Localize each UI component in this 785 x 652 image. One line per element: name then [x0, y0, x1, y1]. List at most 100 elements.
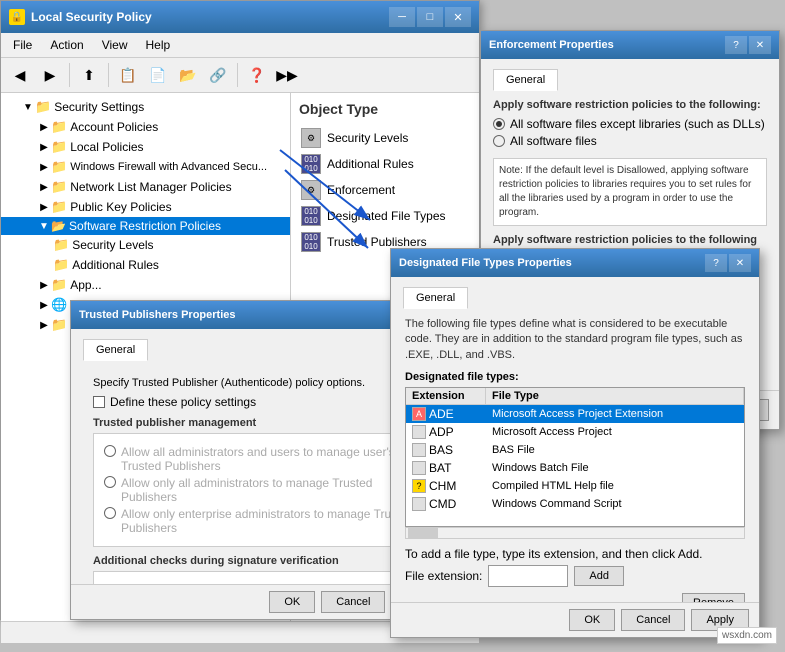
- menu-view[interactable]: View: [94, 35, 136, 55]
- trusted-radio-3-dot: [104, 507, 116, 519]
- paste-button[interactable]: 📄: [145, 62, 171, 88]
- next-button[interactable]: ▶▶: [274, 62, 300, 88]
- desig-row-bat[interactable]: BAT Windows Batch File: [406, 459, 744, 477]
- desig-row-cmd[interactable]: CMD Windows Command Script: [406, 495, 744, 513]
- menu-help[interactable]: Help: [138, 35, 179, 55]
- trusted-sig-box: Verify that the publisher certificate is…: [93, 571, 437, 585]
- title-bar-controls: ─ □ ✕: [389, 7, 471, 27]
- tree-app[interactable]: ▶ 📁 App...: [1, 275, 290, 295]
- desig-footer: OK Cancel Apply: [391, 602, 759, 637]
- ot-security-levels[interactable]: ⚙ Security Levels: [299, 125, 471, 151]
- desig-ext-input[interactable]: [488, 565, 568, 587]
- bat-icon: [412, 461, 426, 475]
- desig-add-button[interactable]: Add: [574, 566, 624, 586]
- trusted-checkbox-row[interactable]: Define these policy settings: [93, 395, 437, 409]
- tree-local-policies-label: Local Policies: [70, 140, 143, 154]
- toolbar: ◀ ▶ ⬆ 📋 📄 📂 🔗 ❓ ▶▶: [1, 58, 479, 93]
- menu-action[interactable]: Action: [42, 35, 91, 55]
- expand-icon-app: ▶: [37, 278, 51, 292]
- chm-icon: ?: [412, 479, 426, 493]
- enf-radio-all-dot: [493, 135, 505, 147]
- desig-cell-adp-type: Microsoft Access Project: [486, 425, 744, 439]
- open-button[interactable]: 📂: [175, 62, 201, 88]
- maximize-button[interactable]: □: [417, 7, 443, 27]
- trusted-define-label: Define these policy settings: [110, 395, 256, 409]
- ot-additional-rules-label: Additional Rules: [327, 157, 414, 171]
- enf-radio-all[interactable]: All software files: [493, 134, 767, 148]
- desig-cell-bat-type: Windows Batch File: [486, 461, 744, 475]
- ot-security-levels-label: Security Levels: [327, 131, 408, 145]
- desig-list-label: Designated file types:: [405, 371, 745, 383]
- copy-button[interactable]: 📋: [115, 62, 141, 88]
- tree-public-key[interactable]: ▶ 📁 Public Key Policies: [1, 197, 290, 217]
- forward-button[interactable]: ▶: [37, 62, 63, 88]
- desig-row-chm[interactable]: ? CHM Compiled HTML Help file: [406, 477, 744, 495]
- enf-tab-general[interactable]: General: [493, 69, 558, 91]
- app-icon: 🔒: [9, 9, 25, 25]
- desig-add-area: To add a file type, type its extension, …: [405, 547, 745, 587]
- enf-help-button[interactable]: ?: [725, 36, 747, 54]
- enf-radio-dlls[interactable]: All software files except libraries (suc…: [493, 117, 767, 131]
- desig-cancel-button[interactable]: Cancel: [621, 609, 685, 631]
- trusted-radio-2-label: Allow only all administrators to manage …: [121, 476, 426, 504]
- tree-network-list-label: Network List Manager Policies: [70, 180, 231, 194]
- desig-tab-general[interactable]: General: [403, 287, 468, 309]
- tree-account-policies[interactable]: ▶ 📁 Account Policies: [1, 117, 290, 137]
- desig-close-button[interactable]: ✕: [729, 254, 751, 272]
- trusted-radio-1-dot: [104, 445, 116, 457]
- desig-dialog-title: Designated File Types Properties: [399, 257, 572, 269]
- expand-icon-lp: ▶: [37, 140, 51, 154]
- toolbar-separator-3: [237, 63, 238, 87]
- link-button[interactable]: 🔗: [205, 62, 231, 88]
- enf-radio-group-1: All software files except libraries (suc…: [493, 117, 767, 148]
- tree-software-restriction[interactable]: ▼ 📂 Software Restriction Policies: [1, 217, 290, 235]
- trusted-define-checkbox[interactable]: [93, 396, 105, 408]
- desig-scrollbar-thumb[interactable]: [408, 528, 438, 538]
- ot-additional-rules[interactable]: 010010 Additional Rules: [299, 151, 471, 177]
- back-button[interactable]: ◀: [7, 62, 33, 88]
- tree-security-levels[interactable]: 📁 Security Levels: [1, 235, 290, 255]
- desig-row-bas[interactable]: BAS BAS File: [406, 441, 744, 459]
- ot-designated-file-types[interactable]: 010010 Designated File Types: [299, 203, 471, 229]
- menu-bar: File Action View Help: [1, 33, 479, 58]
- tree-additional-rules[interactable]: 📁 Additional Rules: [1, 255, 290, 275]
- desig-ok-button[interactable]: OK: [569, 609, 615, 631]
- up-button[interactable]: ⬆: [76, 62, 102, 88]
- tree-security-levels-label: Security Levels: [72, 238, 153, 252]
- bas-ext-label: BAS: [429, 443, 453, 457]
- tree-network-list[interactable]: ▶ 📁 Network List Manager Policies: [1, 177, 290, 197]
- trusted-cancel-button[interactable]: Cancel: [321, 591, 385, 613]
- tree-local-policies[interactable]: ▶ 📁 Local Policies: [1, 137, 290, 157]
- tree-account-policies-label: Account Policies: [70, 120, 158, 134]
- folder-icon-ap: 📁: [51, 119, 67, 135]
- expand-icon-ap: ▶: [37, 120, 51, 134]
- expand-icon-nl: ▶: [37, 180, 51, 194]
- trusted-desc: Specify Trusted Publisher (Authenticode)…: [93, 377, 437, 389]
- trusted-radio-3-label: Allow only enterprise administrators to …: [121, 507, 426, 535]
- desig-row-ade[interactable]: A ADE Microsoft Access Project Extension: [406, 405, 744, 423]
- trusted-ok-button[interactable]: OK: [269, 591, 315, 613]
- trusted-tab-general[interactable]: General: [83, 339, 148, 361]
- enf-close-button[interactable]: ✕: [749, 36, 771, 54]
- minimize-button[interactable]: ─: [389, 7, 415, 27]
- desig-row-adp[interactable]: ADP Microsoft Access Project: [406, 423, 744, 441]
- tree-windows-firewall[interactable]: ▶ 📁 Windows Firewall with Advanced Secu.…: [1, 157, 290, 177]
- object-type-header: Object Type: [299, 101, 471, 117]
- folder-icon-sl: 📁: [53, 237, 69, 253]
- tree-root[interactable]: ▼ 📁 Security Settings: [1, 97, 290, 117]
- help-button[interactable]: ❓: [244, 62, 270, 88]
- desig-cell-bas-type: BAS File: [486, 443, 744, 457]
- desig-title-bar: Designated File Types Properties ? ✕: [391, 249, 759, 277]
- expand-icon-adv: ▶: [37, 318, 51, 332]
- enforcement-icon: ⚙: [301, 180, 321, 200]
- menu-file[interactable]: File: [5, 35, 40, 55]
- enf-dialog-controls: ? ✕: [725, 36, 771, 54]
- desig-scrollbar[interactable]: [405, 527, 745, 539]
- ot-designated-file-types-label: Designated File Types: [327, 209, 446, 223]
- close-button[interactable]: ✕: [445, 7, 471, 27]
- desig-help-button[interactable]: ?: [705, 254, 727, 272]
- desig-inner: The following file types define what is …: [403, 317, 747, 603]
- security-levels-icon: ⚙: [301, 128, 321, 148]
- ot-enforcement[interactable]: ⚙ Enforcement: [299, 177, 471, 203]
- toolbar-separator-2: [108, 63, 109, 87]
